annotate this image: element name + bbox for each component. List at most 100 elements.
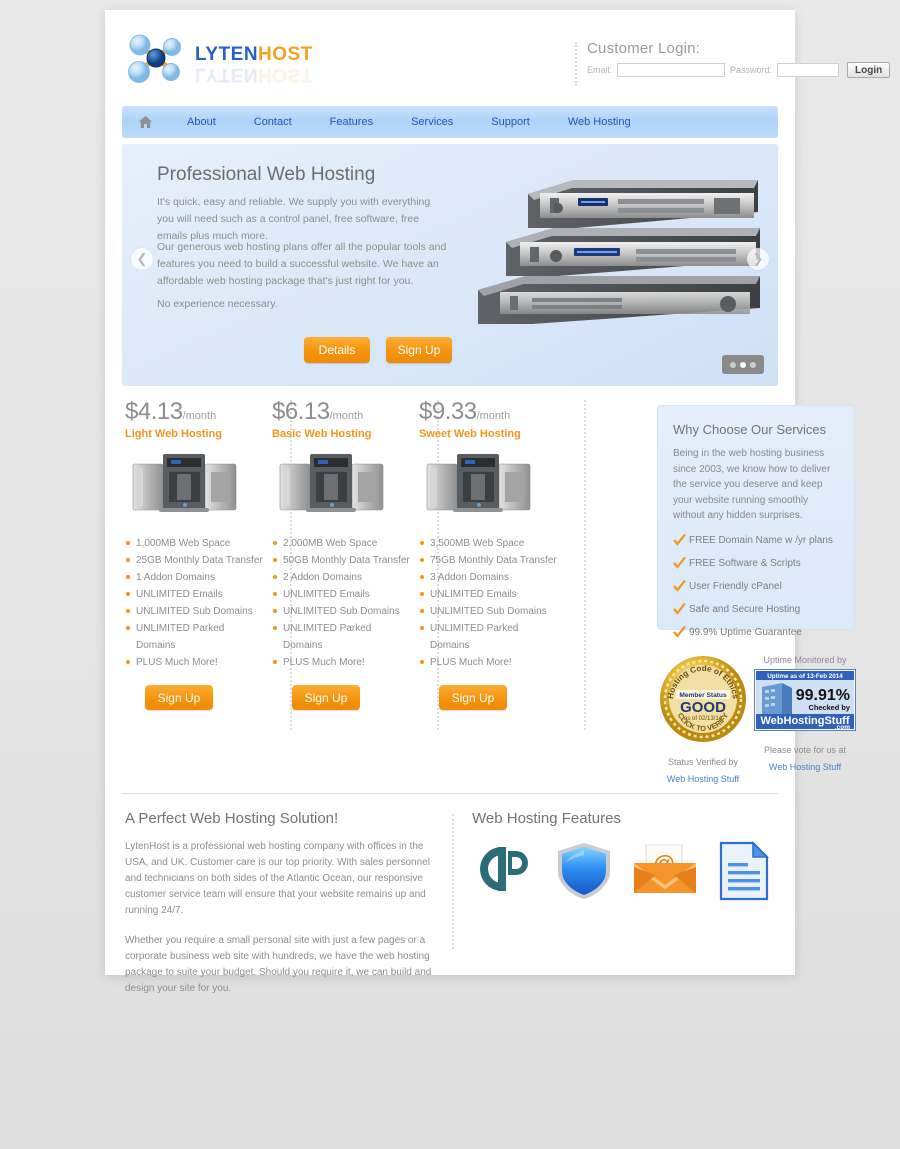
hero-cta-group: Details Sign Up xyxy=(304,337,452,363)
pricing-plan-card: $9.33/month Sweet Web Hosting 3,500MB We… xyxy=(419,398,586,730)
plan-feature: UNLIMITED Emails xyxy=(125,586,265,603)
logo-word-second: HOST xyxy=(258,44,313,65)
molecule-logo-icon xyxy=(128,34,181,83)
chevron-right-icon[interactable]: ❯ xyxy=(747,248,769,270)
plan-feature: PLUS Much More! xyxy=(419,654,559,671)
why-choose-item: Safe and Secure Hosting xyxy=(673,602,839,617)
tower-servers-image xyxy=(426,454,531,512)
plan-feature: 75GB Monthly Data Transfer xyxy=(419,552,559,569)
hero-paragraph-3: No experience necessary. xyxy=(157,298,278,310)
nav-item-contact[interactable]: Contact xyxy=(235,106,311,138)
why-choose-item: User Friendly cPanel xyxy=(673,579,839,594)
hero-paragraph-1: It's quick, easy and reliable. We supply… xyxy=(157,196,431,242)
email-label: Email: xyxy=(587,65,613,75)
nav-item-features[interactable]: Features xyxy=(311,106,392,138)
nav-home-link[interactable] xyxy=(122,116,168,128)
plan-feature-list: 1,000MB Web Space 25GB Monthly Data Tran… xyxy=(125,535,265,671)
check-icon xyxy=(673,579,686,592)
why-choose-item: 99.9% Uptime Guarantee xyxy=(673,625,839,640)
password-label: Password: xyxy=(730,65,773,75)
check-icon xyxy=(673,602,686,615)
plan-price-period: /month xyxy=(182,410,217,422)
hero-paragraph-2: Our generous web hosting plans offer all… xyxy=(157,241,447,287)
carousel-dot-3[interactable] xyxy=(750,361,756,368)
home-icon xyxy=(138,116,152,128)
plan-feature: 3 Addon Domains xyxy=(419,569,559,586)
ethics-caption: Status Verified by xyxy=(667,757,739,767)
email-icon[interactable]: @ xyxy=(632,841,698,897)
about-paragraph-1: LytenHost is a professional web hosting … xyxy=(125,841,430,916)
plan-feature: 1 Addon Domains xyxy=(125,569,265,586)
plan-feature: 2,000MB Web Space xyxy=(272,535,412,552)
login-form: Email: Password: Login xyxy=(587,62,891,78)
site-logo[interactable]: LYTENHOST LYTENHOST xyxy=(125,32,365,90)
feature-icon-row: @ xyxy=(472,841,782,901)
main-content-card: LYTENHOST LYTENHOST Customer Login: Emai… xyxy=(105,10,891,994)
hero-signup-button[interactable]: Sign Up xyxy=(386,337,452,363)
carousel-dot-1[interactable] xyxy=(730,361,736,368)
plan-feature: UNLIMITED Parked Domains xyxy=(419,620,559,654)
carousel-dots xyxy=(722,355,764,374)
logo-reflection: LYTENHOST xyxy=(195,64,313,85)
plan-divider xyxy=(584,400,586,730)
shield-icon[interactable] xyxy=(555,841,613,901)
plan-feature: UNLIMITED Sub Domains xyxy=(125,603,265,620)
svg-text:Member Status: Member Status xyxy=(679,692,727,699)
cpanel-icon[interactable] xyxy=(472,841,536,897)
plan-feature-list: 2,000MB Web Space 50GB Monthly Data Tran… xyxy=(272,535,412,671)
gold-seal-icon: Hosting Code of Ethics Member Status GOO… xyxy=(660,656,746,742)
plan-signup-button[interactable]: Sign Up xyxy=(145,685,213,710)
svg-text:GOOD: GOOD xyxy=(680,699,726,716)
plan-price: $9.33/month xyxy=(419,398,511,425)
plan-signup-button[interactable]: Sign Up xyxy=(439,685,507,710)
why-choose-item: FREE Domain Name w /yr plans xyxy=(673,533,839,548)
plan-feature: PLUS Much More! xyxy=(272,654,412,671)
nav-item-support[interactable]: Support xyxy=(472,106,549,138)
nav-item-about[interactable]: About xyxy=(168,106,235,138)
ethics-link[interactable]: Web Hosting Stuff xyxy=(667,774,739,784)
login-button[interactable]: Login xyxy=(847,62,891,78)
plan-price-period: /month xyxy=(329,410,364,422)
email-field[interactable] xyxy=(617,63,726,77)
rack-servers-image xyxy=(478,180,760,324)
hero-details-button[interactable]: Details xyxy=(304,337,370,363)
plan-feature: UNLIMITED Emails xyxy=(419,586,559,603)
hosting-ethics-seal[interactable]: Hosting Code of Ethics Member Status GOO… xyxy=(657,655,749,787)
about-title: A Perfect Web Hosting Solution! xyxy=(125,810,339,827)
plan-feature: 3,500MB Web Space xyxy=(419,535,559,552)
login-title: Customer Login: xyxy=(587,40,701,57)
plan-feature: UNLIMITED Sub Domains xyxy=(272,603,412,620)
pricing-plan-card: $6.13/month Basic Web Hosting 2,000MB We… xyxy=(272,398,439,730)
plan-feature: UNLIMITED Emails xyxy=(272,586,412,603)
tower-servers-image xyxy=(279,454,384,512)
site-footer: LYTENHOST Professional Web Hosting Pages… xyxy=(0,978,900,1149)
plan-feature: UNLIMITED Parked Domains xyxy=(125,620,265,654)
svg-text:Uptime as of 13-Feb 2014: Uptime as of 13-Feb 2014 xyxy=(767,673,843,680)
svg-text:Checked by: Checked by xyxy=(809,703,851,712)
nav-item-services[interactable]: Services xyxy=(392,106,472,138)
customer-login-box: Customer Login: Email: Password: Login xyxy=(575,40,891,86)
check-icon xyxy=(673,625,686,638)
plan-feature: 2 Addon Domains xyxy=(272,569,412,586)
features-title: Web Hosting Features xyxy=(472,810,621,827)
password-field[interactable] xyxy=(777,63,840,77)
plan-price-period: /month xyxy=(476,410,511,422)
nav-item-web-hosting[interactable]: Web Hosting xyxy=(549,106,650,138)
uptime-caption: Please vote for us at xyxy=(763,745,847,755)
page-root: LYTENHOST LYTENHOST Customer Login: Emai… xyxy=(0,0,900,1149)
main-navigation: About Contact Features Services Support … xyxy=(122,106,778,138)
plan-name: Light Web Hosting xyxy=(125,428,222,440)
document-icon[interactable] xyxy=(717,841,771,901)
uptime-link[interactable]: Web Hosting Stuff xyxy=(769,762,841,772)
check-icon xyxy=(673,533,686,546)
uptime-badge[interactable]: Uptime Monitored by Uptime as of 13-Feb … xyxy=(753,655,857,775)
svg-text:.com: .com xyxy=(835,724,850,731)
pricing-plan-card: $4.13/month Light Web Hosting 1,000MB We… xyxy=(125,398,292,730)
plan-signup-button[interactable]: Sign Up xyxy=(292,685,360,710)
chevron-left-icon[interactable]: ❮ xyxy=(131,248,153,270)
plan-feature: PLUS Much More! xyxy=(125,654,265,671)
check-icon xyxy=(673,556,686,569)
carousel-dot-2[interactable] xyxy=(740,361,746,368)
uptime-header: Uptime Monitored by xyxy=(763,655,847,665)
plan-price: $6.13/month xyxy=(272,398,364,425)
